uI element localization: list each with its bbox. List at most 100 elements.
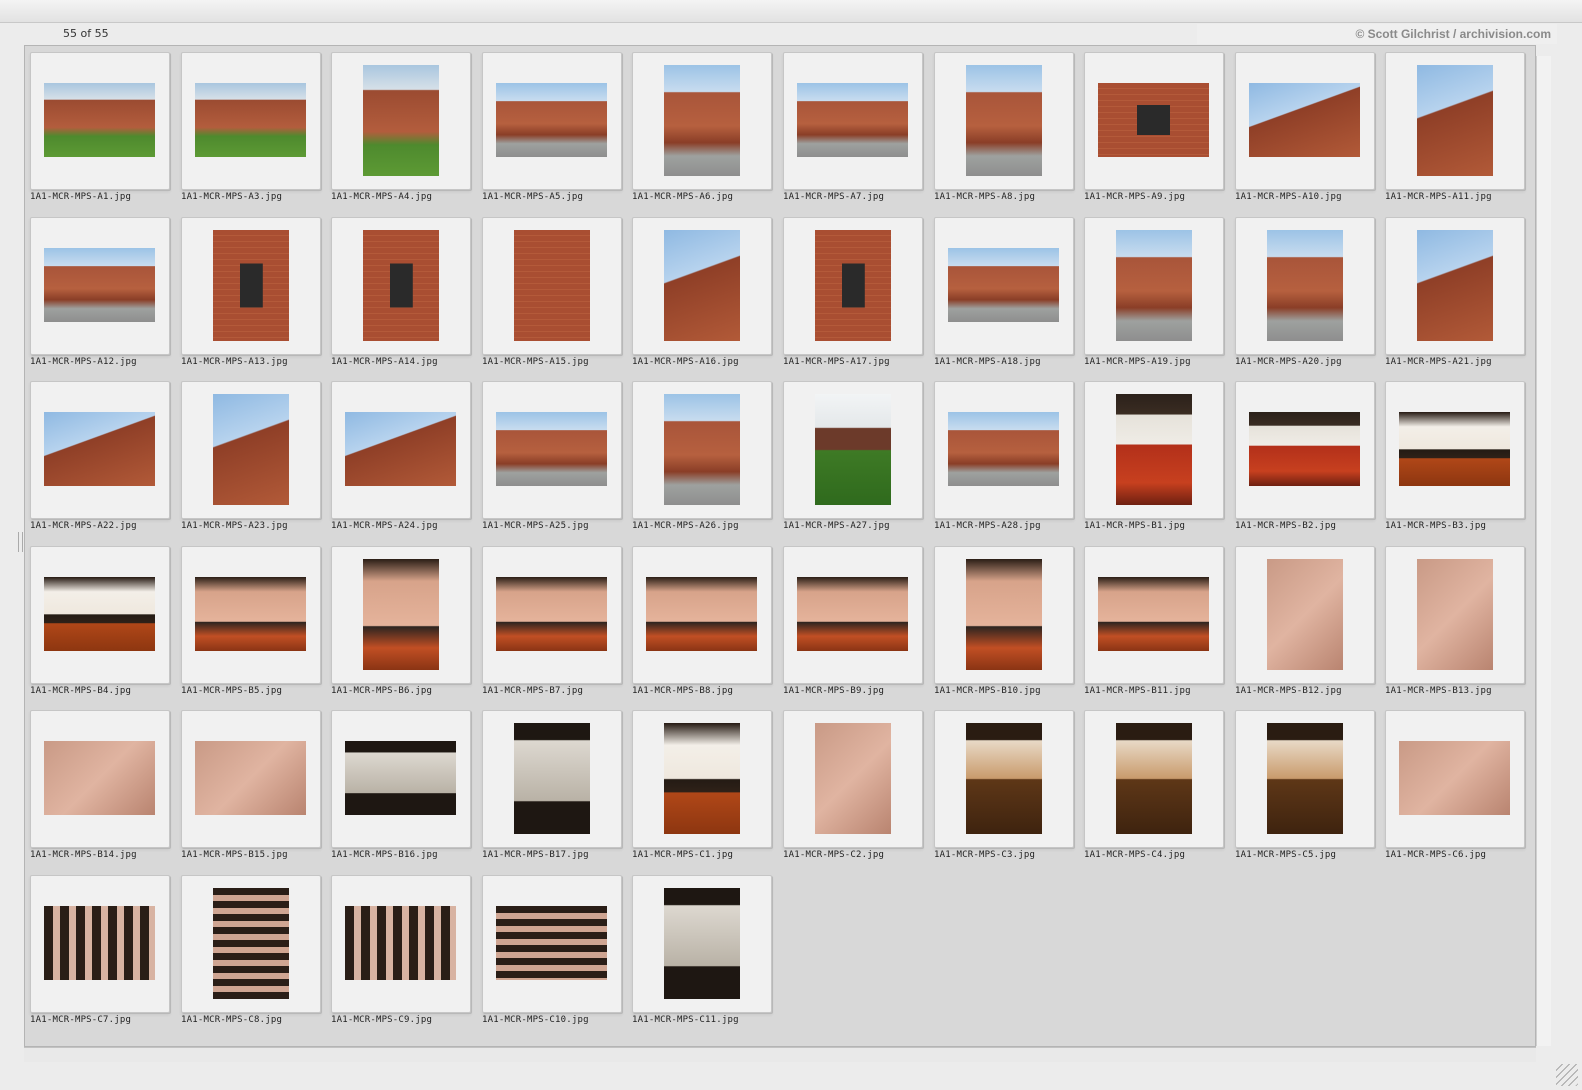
thumbnail-slide-frame[interactable] (482, 381, 622, 519)
thumbnail-image[interactable] (44, 248, 155, 322)
thumbnail-item[interactable]: 1A1-MCR-MPS-A22.jpg (30, 381, 170, 541)
thumbnail-slide-frame[interactable] (783, 381, 923, 519)
thumbnail-item[interactable]: 1A1-MCR-MPS-A4.jpg (331, 52, 471, 212)
thumbnail-slide-frame[interactable] (934, 546, 1074, 684)
thumbnail-slide-frame[interactable] (783, 710, 923, 848)
thumbnail-item[interactable]: 1A1-MCR-MPS-B2.jpg (1235, 381, 1375, 541)
thumbnail-slide-frame[interactable] (1235, 217, 1375, 355)
thumbnail-image[interactable] (44, 906, 155, 980)
thumbnail-image[interactable] (195, 741, 306, 815)
thumbnail-item[interactable]: 1A1-MCR-MPS-B6.jpg (331, 546, 471, 706)
thumbnail-image[interactable] (213, 394, 289, 505)
thumbnail-slide-frame[interactable] (181, 217, 321, 355)
thumbnail-item[interactable]: 1A1-MCR-MPS-B16.jpg (331, 710, 471, 870)
thumbnail-image[interactable] (44, 577, 155, 651)
thumbnail-slide-frame[interactable] (181, 875, 321, 1013)
thumbnail-image[interactable] (345, 412, 456, 486)
thumbnail-image[interactable] (966, 65, 1042, 176)
thumbnail-item[interactable]: 1A1-MCR-MPS-A23.jpg (181, 381, 321, 541)
thumbnail-item[interactable]: 1A1-MCR-MPS-A11.jpg (1385, 52, 1525, 212)
thumbnail-item[interactable]: 1A1-MCR-MPS-A6.jpg (632, 52, 772, 212)
thumbnail-item[interactable]: 1A1-MCR-MPS-C7.jpg (30, 875, 170, 1035)
thumbnail-item[interactable]: 1A1-MCR-MPS-A26.jpg (632, 381, 772, 541)
thumbnail-image[interactable] (496, 412, 607, 486)
thumbnail-item[interactable]: 1A1-MCR-MPS-A18.jpg (934, 217, 1074, 377)
thumbnail-item[interactable]: 1A1-MCR-MPS-B5.jpg (181, 546, 321, 706)
thumbnail-item[interactable]: 1A1-MCR-MPS-C2.jpg (783, 710, 923, 870)
thumbnail-slide-frame[interactable] (331, 546, 471, 684)
thumbnail-slide-frame[interactable] (482, 217, 622, 355)
thumbnail-item[interactable]: 1A1-MCR-MPS-A3.jpg (181, 52, 321, 212)
thumbnail-image[interactable] (1267, 230, 1343, 341)
thumbnail-slide-frame[interactable] (30, 217, 170, 355)
thumbnail-slide-frame[interactable] (30, 381, 170, 519)
thumbnail-slide-frame[interactable] (482, 875, 622, 1013)
thumbnail-slide-frame[interactable] (331, 875, 471, 1013)
thumbnail-item[interactable]: 1A1-MCR-MPS-A7.jpg (783, 52, 923, 212)
thumbnail-slide-frame[interactable] (934, 710, 1074, 848)
thumbnail-image[interactable] (664, 723, 740, 834)
thumbnail-item[interactable]: 1A1-MCR-MPS-A27.jpg (783, 381, 923, 541)
thumbnail-image[interactable] (345, 906, 456, 980)
thumbnail-slide-frame[interactable] (934, 217, 1074, 355)
thumbnail-image[interactable] (664, 65, 740, 176)
thumbnail-image[interactable] (44, 83, 155, 157)
thumbnail-image[interactable] (797, 577, 908, 651)
thumbnail-item[interactable]: 1A1-MCR-MPS-B7.jpg (482, 546, 622, 706)
thumbnail-image[interactable] (1098, 577, 1209, 651)
thumbnail-image[interactable] (966, 559, 1042, 670)
thumbnail-slide-frame[interactable] (331, 710, 471, 848)
thumbnail-item[interactable]: 1A1-MCR-MPS-B17.jpg (482, 710, 622, 870)
thumbnail-item[interactable]: 1A1-MCR-MPS-B8.jpg (632, 546, 772, 706)
thumbnail-item[interactable]: 1A1-MCR-MPS-C3.jpg (934, 710, 1074, 870)
thumbnail-slide-frame[interactable] (934, 381, 1074, 519)
thumbnail-slide-frame[interactable] (783, 52, 923, 190)
thumbnail-slide-frame[interactable] (30, 710, 170, 848)
thumbnail-slide-frame[interactable] (1084, 52, 1224, 190)
thumbnail-item[interactable]: 1A1-MCR-MPS-A20.jpg (1235, 217, 1375, 377)
thumbnail-image[interactable] (797, 83, 908, 157)
thumbnail-item[interactable]: 1A1-MCR-MPS-A5.jpg (482, 52, 622, 212)
thumbnail-item[interactable]: 1A1-MCR-MPS-B11.jpg (1084, 546, 1224, 706)
thumbnail-slide-frame[interactable] (331, 52, 471, 190)
thumbnail-slide-frame[interactable] (1385, 710, 1525, 848)
thumbnail-item[interactable]: 1A1-MCR-MPS-B1.jpg (1084, 381, 1224, 541)
thumbnail-item[interactable]: 1A1-MCR-MPS-C9.jpg (331, 875, 471, 1035)
thumbnail-image[interactable] (815, 723, 891, 834)
thumbnail-item[interactable]: 1A1-MCR-MPS-A24.jpg (331, 381, 471, 541)
thumbnail-slide-frame[interactable] (30, 546, 170, 684)
thumbnail-image[interactable] (514, 723, 590, 834)
thumbnail-slide-frame[interactable] (632, 875, 772, 1013)
thumbnail-item[interactable]: 1A1-MCR-MPS-B14.jpg (30, 710, 170, 870)
thumbnail-item[interactable]: 1A1-MCR-MPS-B3.jpg (1385, 381, 1525, 541)
thumbnail-item[interactable]: 1A1-MCR-MPS-A21.jpg (1385, 217, 1525, 377)
thumbnail-item[interactable]: 1A1-MCR-MPS-A13.jpg (181, 217, 321, 377)
thumbnail-item[interactable]: 1A1-MCR-MPS-B10.jpg (934, 546, 1074, 706)
thumbnail-image[interactable] (363, 230, 439, 341)
thumbnail-item[interactable]: 1A1-MCR-MPS-A28.jpg (934, 381, 1074, 541)
thumbnail-item[interactable]: 1A1-MCR-MPS-B4.jpg (30, 546, 170, 706)
thumbnail-image[interactable] (1116, 723, 1192, 834)
thumbnail-image[interactable] (1098, 83, 1209, 157)
thumbnail-item[interactable]: 1A1-MCR-MPS-A19.jpg (1084, 217, 1224, 377)
thumbnail-slide-frame[interactable] (1084, 710, 1224, 848)
thumbnail-slide-frame[interactable] (1235, 546, 1375, 684)
thumbnail-slide-frame[interactable] (1385, 381, 1525, 519)
thumbnail-item[interactable]: 1A1-MCR-MPS-C6.jpg (1385, 710, 1525, 870)
thumbnail-slide-frame[interactable] (632, 381, 772, 519)
thumbnail-image[interactable] (496, 906, 607, 980)
thumbnail-item[interactable]: 1A1-MCR-MPS-C1.jpg (632, 710, 772, 870)
thumbnail-item[interactable]: 1A1-MCR-MPS-B12.jpg (1235, 546, 1375, 706)
thumbnail-image[interactable] (363, 559, 439, 670)
thumbnail-slide-frame[interactable] (1084, 381, 1224, 519)
thumbnail-slide-frame[interactable] (1385, 217, 1525, 355)
thumbnail-item[interactable]: 1A1-MCR-MPS-A1.jpg (30, 52, 170, 212)
thumbnail-item[interactable]: 1A1-MCR-MPS-A10.jpg (1235, 52, 1375, 212)
thumbnail-slide-frame[interactable] (1084, 217, 1224, 355)
thumbnail-slide-frame[interactable] (1235, 52, 1375, 190)
thumbnail-item[interactable]: 1A1-MCR-MPS-B9.jpg (783, 546, 923, 706)
thumbnail-slide-frame[interactable] (482, 546, 622, 684)
thumbnail-slide-frame[interactable] (632, 546, 772, 684)
thumbnail-slide-frame[interactable] (1235, 710, 1375, 848)
thumbnail-image[interactable] (363, 65, 439, 176)
